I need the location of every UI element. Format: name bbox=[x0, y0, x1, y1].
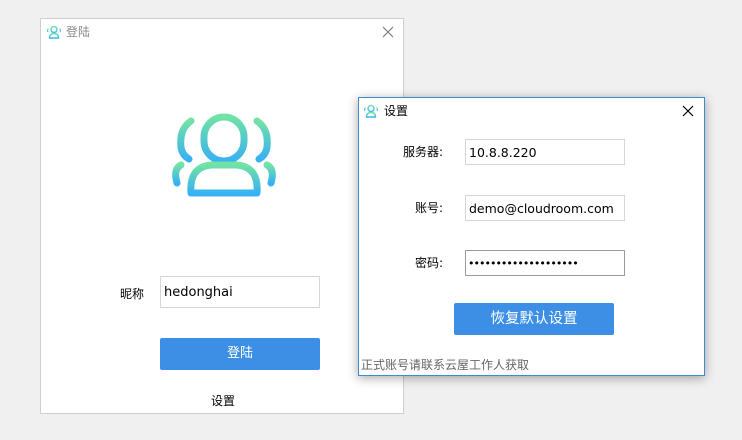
close-button[interactable] bbox=[379, 23, 397, 41]
window-title: 设置 bbox=[384, 104, 409, 118]
login-titlebar[interactable]: 登陆 bbox=[41, 19, 403, 45]
login-window: 登陆 昵称 登陆 设置 bbox=[40, 18, 404, 414]
window-title: 登陆 bbox=[66, 25, 91, 39]
settings-link[interactable]: 设置 bbox=[203, 393, 243, 409]
password-label: 密码: bbox=[414, 256, 443, 270]
server-input[interactable] bbox=[465, 139, 625, 165]
password-input[interactable] bbox=[465, 250, 625, 276]
users-logo-icon bbox=[169, 111, 279, 201]
account-input[interactable] bbox=[465, 195, 625, 221]
close-icon bbox=[382, 26, 394, 38]
close-button[interactable] bbox=[680, 103, 696, 119]
settings-window: 设置 服务器: 账号: 密码: 恢复默认设置 正式账号请联系云屋工作人获取 bbox=[358, 97, 705, 376]
users-icon bbox=[46, 24, 62, 40]
nickname-label: 昵称 bbox=[120, 287, 145, 301]
nickname-input[interactable] bbox=[160, 276, 320, 308]
users-icon bbox=[363, 103, 379, 119]
close-icon bbox=[682, 105, 694, 117]
account-label: 账号: bbox=[414, 201, 443, 215]
footer-note: 正式账号请联系云屋工作人获取 bbox=[361, 358, 530, 372]
server-label: 服务器: bbox=[402, 145, 443, 159]
login-button[interactable]: 登陆 bbox=[160, 338, 320, 370]
reset-defaults-button[interactable]: 恢复默认设置 bbox=[454, 303, 614, 335]
